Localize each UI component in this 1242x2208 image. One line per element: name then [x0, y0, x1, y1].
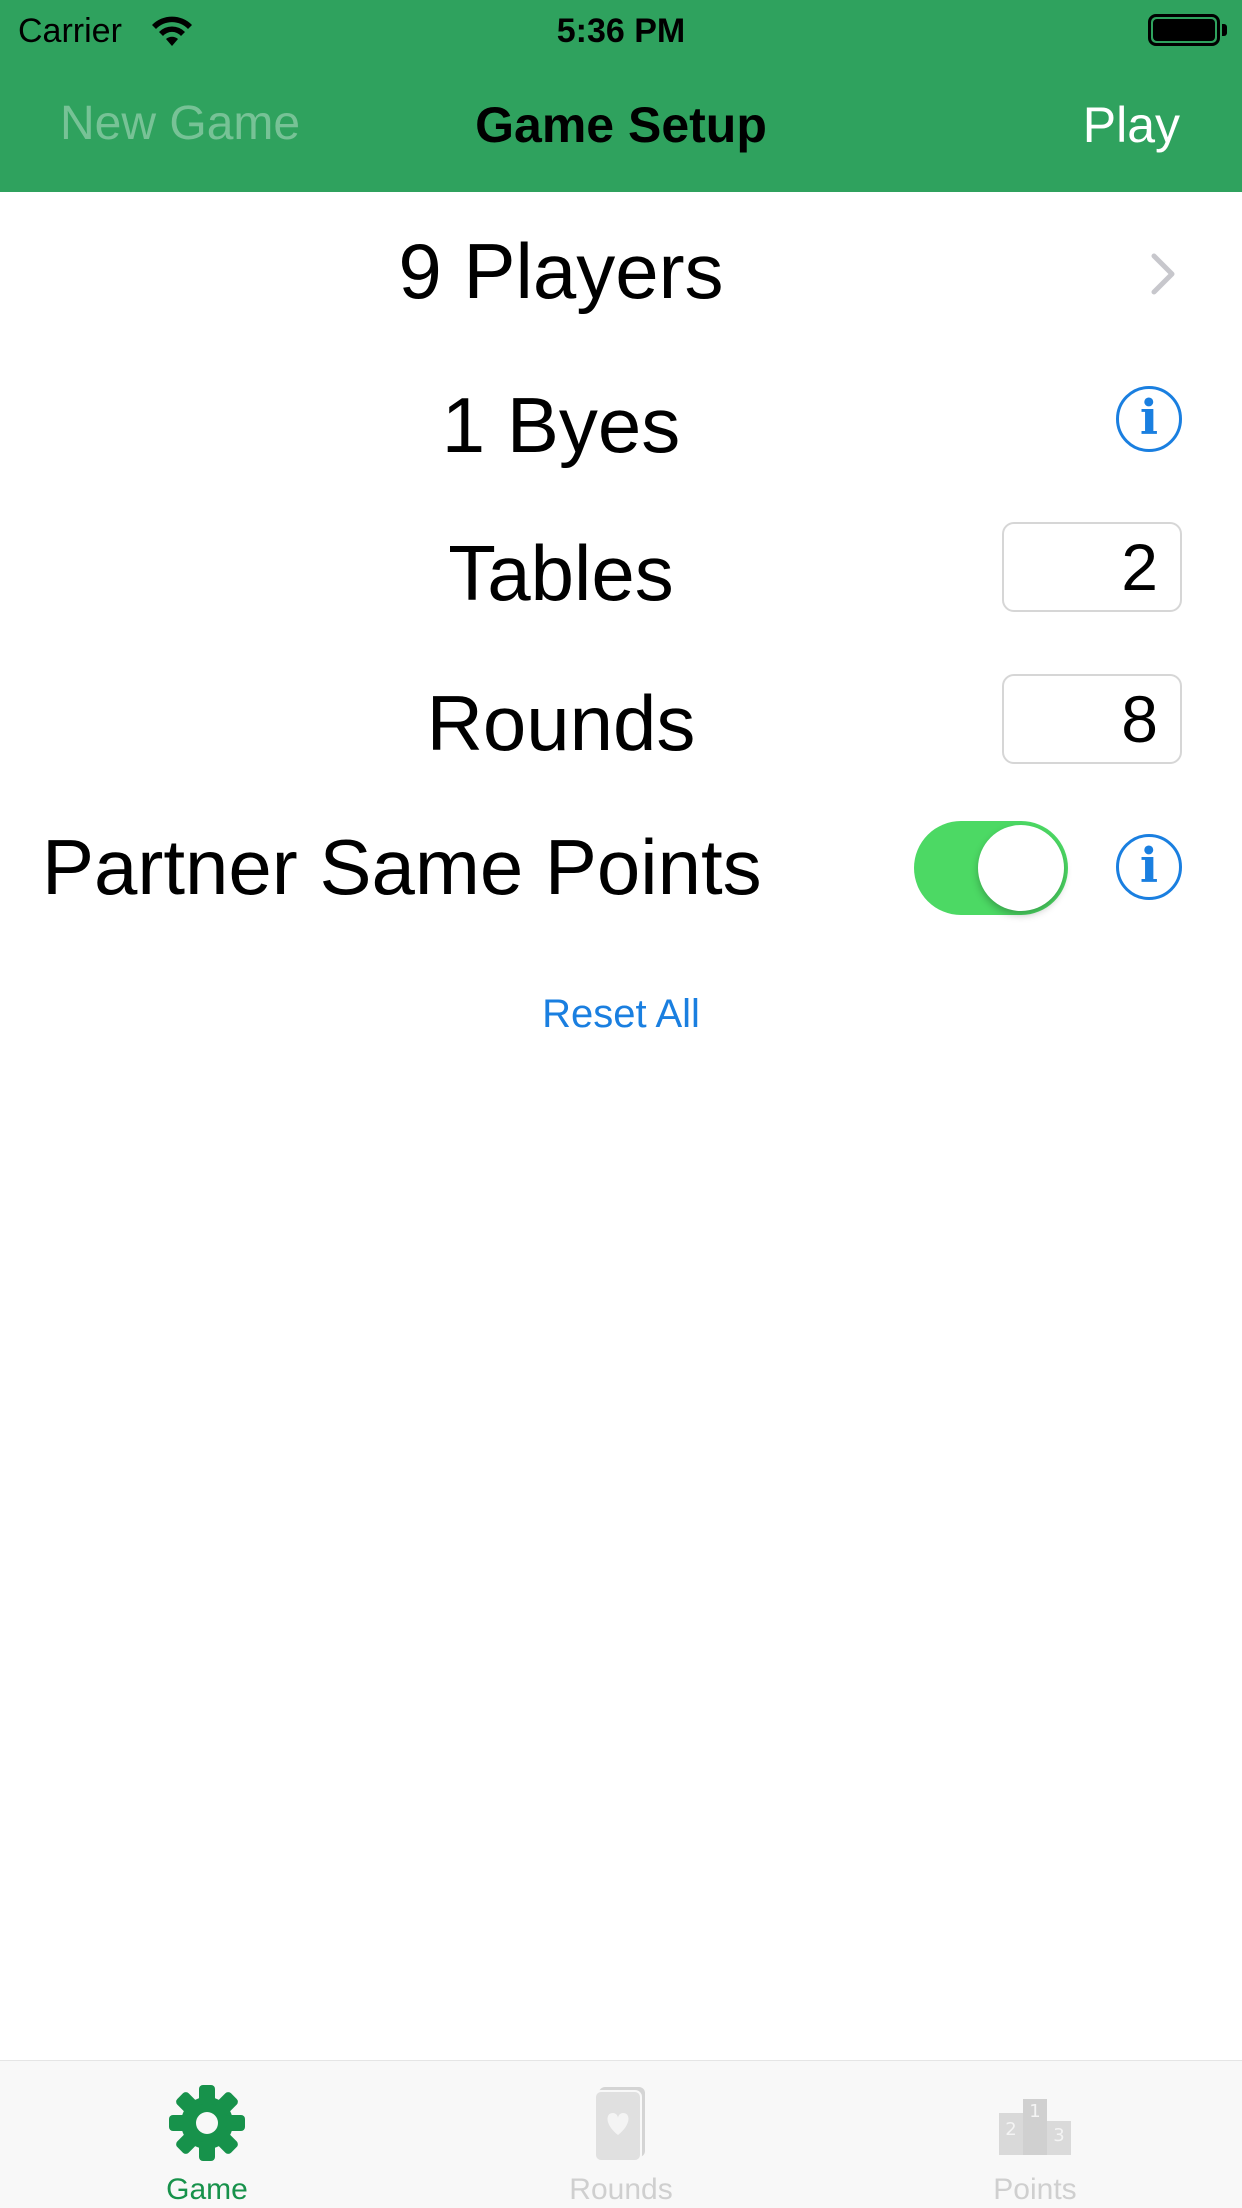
rounds-label: Rounds: [426, 679, 696, 767]
status-time: 5:36 PM: [556, 12, 686, 50]
header: Carrier 5:36 PM New Game Game Setup Play: [0, 0, 1242, 192]
partner-same-points-toggle[interactable]: [914, 821, 1068, 915]
gear-icon: [169, 2085, 245, 2161]
players-row[interactable]: 9 Players: [0, 222, 1242, 332]
tab-game[interactable]: Game: [0, 2061, 414, 2208]
svg-text:2: 2: [1005, 2119, 1016, 2140]
byes-info-icon[interactable]: i: [1116, 386, 1182, 452]
byes-row: 1 Byes i: [0, 374, 1242, 484]
svg-text:3: 3: [1053, 2125, 1064, 2146]
partner-same-points-label: Partner Same Points: [42, 823, 762, 911]
tab-label: Rounds: [569, 2173, 673, 2206]
podium-icon: 2 1 3: [999, 2099, 1071, 2155]
partner-info-icon[interactable]: i: [1116, 834, 1182, 900]
battery-icon: [1148, 14, 1228, 46]
chevron-right-icon: [1151, 253, 1175, 295]
tab-label: Points: [993, 2173, 1077, 2206]
tab-points[interactable]: 2 1 3 Points: [828, 2061, 1242, 2208]
card-icon: [594, 2087, 645, 2162]
toggle-knob: [978, 825, 1064, 911]
svg-text:1: 1: [1029, 2101, 1040, 2122]
tables-row: Tables 2: [0, 520, 1242, 630]
tables-label: Tables: [448, 529, 674, 617]
players-label: 9 Players: [398, 227, 724, 315]
status-bar: Carrier 5:36 PM: [0, 0, 1242, 60]
tab-label: Game: [166, 2173, 248, 2206]
reset-all-button[interactable]: Reset All: [0, 992, 1242, 1037]
tables-input[interactable]: 2: [1002, 522, 1182, 612]
tab-rounds[interactable]: Rounds: [414, 2061, 828, 2208]
page-title: Game Setup: [475, 97, 767, 153]
byes-label: 1 Byes: [441, 381, 681, 469]
rounds-input[interactable]: 8: [1002, 674, 1182, 764]
tab-bar: Game Rounds 2 1 3 Points: [0, 2060, 1242, 2208]
play-button[interactable]: Play: [1083, 96, 1180, 154]
rounds-row: Rounds 8: [0, 670, 1242, 780]
navigation-bar: New Game Game Setup Play: [0, 60, 1242, 192]
partner-same-points-row: Partner Same Points i: [0, 814, 1242, 924]
